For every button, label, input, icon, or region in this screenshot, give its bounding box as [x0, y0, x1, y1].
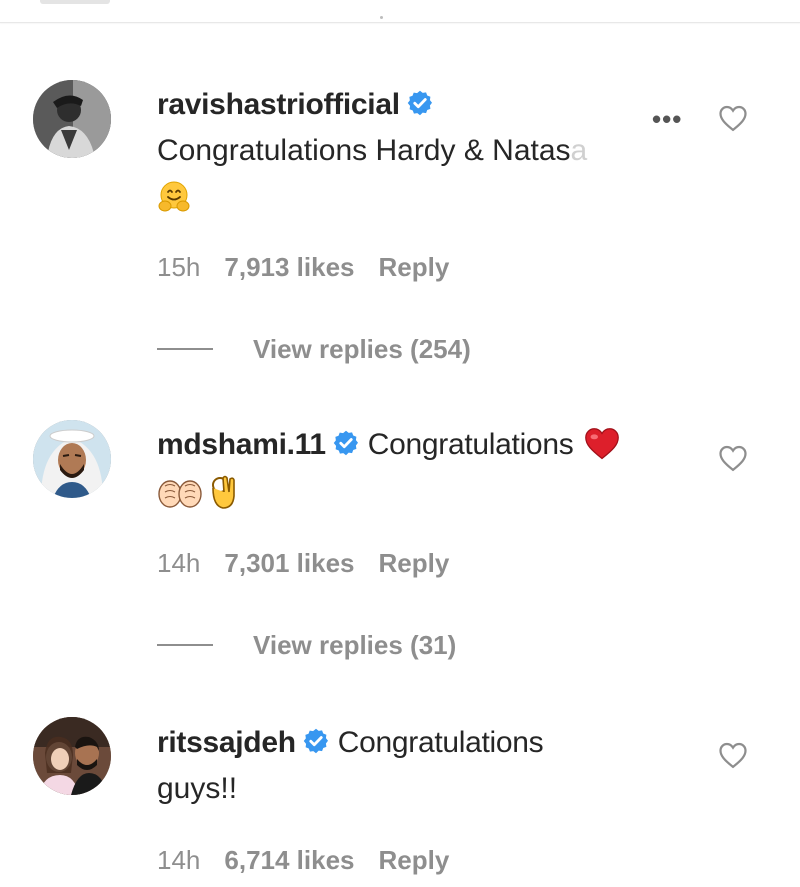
view-replies-button[interactable]: View replies (31)	[157, 630, 456, 661]
reply-button[interactable]: Reply	[379, 845, 450, 875]
comment-meta: 15h 7,913 likes Reply	[157, 252, 473, 283]
view-replies-line	[157, 348, 213, 351]
verified-badge-icon	[303, 728, 328, 754]
timestamp: 15h	[157, 252, 201, 282]
emoji-line	[157, 180, 191, 216]
comment-text-faded: a	[570, 134, 588, 167]
view-replies-line	[157, 644, 213, 647]
likes-count[interactable]: 7,913 likes	[224, 252, 354, 282]
likes-count[interactable]: 7,301 likes	[224, 548, 354, 578]
username[interactable]: ravishastriofficial	[157, 88, 434, 122]
timestamp: 14h	[157, 845, 201, 875]
like-heart-icon[interactable]	[718, 104, 748, 132]
username[interactable]: ritssajdeh Congratulations	[157, 726, 544, 760]
comment-meta: 14h 7,301 likes Reply	[157, 548, 473, 579]
comment-meta: 14h 6,714 likes Reply	[157, 845, 473, 876]
reply-button[interactable]: Reply	[379, 252, 450, 282]
folded-hands-icon	[158, 480, 202, 508]
more-options-icon[interactable]: •••	[652, 104, 682, 135]
view-replies-label[interactable]: View replies (254)	[253, 334, 471, 364]
avatar[interactable]	[33, 717, 111, 795]
like-heart-icon[interactable]	[718, 444, 748, 472]
view-replies-button[interactable]: View replies (254)	[157, 334, 471, 365]
comment-text: Congratulations	[337, 726, 544, 759]
verified-badge-icon	[333, 430, 358, 456]
hugging-face-icon	[158, 181, 190, 212]
like-heart-icon[interactable]	[718, 741, 748, 769]
verified-badge-icon	[407, 90, 432, 116]
top-bar	[0, 0, 800, 23]
avatar[interactable]	[33, 80, 111, 158]
username[interactable]: mdshami.11 Congratulations	[157, 428, 621, 463]
likes-count[interactable]: 6,714 likes	[224, 845, 354, 875]
username-text[interactable]: mdshami.11	[157, 428, 326, 461]
view-replies-label[interactable]: View replies (31)	[253, 630, 456, 660]
ok-hand-icon	[212, 475, 236, 509]
red-heart-icon	[585, 428, 620, 460]
timestamp: 14h	[157, 548, 201, 578]
reply-button[interactable]: Reply	[379, 548, 450, 578]
comment-text-main: Congratulations Hardy & Natas	[157, 134, 571, 167]
username-text[interactable]: ravishastriofficial	[157, 88, 400, 121]
header-dot	[380, 16, 383, 19]
username-text[interactable]: ritssajdeh	[157, 726, 296, 759]
emoji-line	[157, 474, 237, 510]
avatar[interactable]	[33, 420, 111, 498]
comment-text-line2: guys!!	[157, 772, 238, 805]
comment-text: Congratulations	[367, 428, 574, 461]
header-stub	[40, 0, 110, 4]
comment-text: Congratulations Hardy & Natasa	[157, 134, 587, 168]
